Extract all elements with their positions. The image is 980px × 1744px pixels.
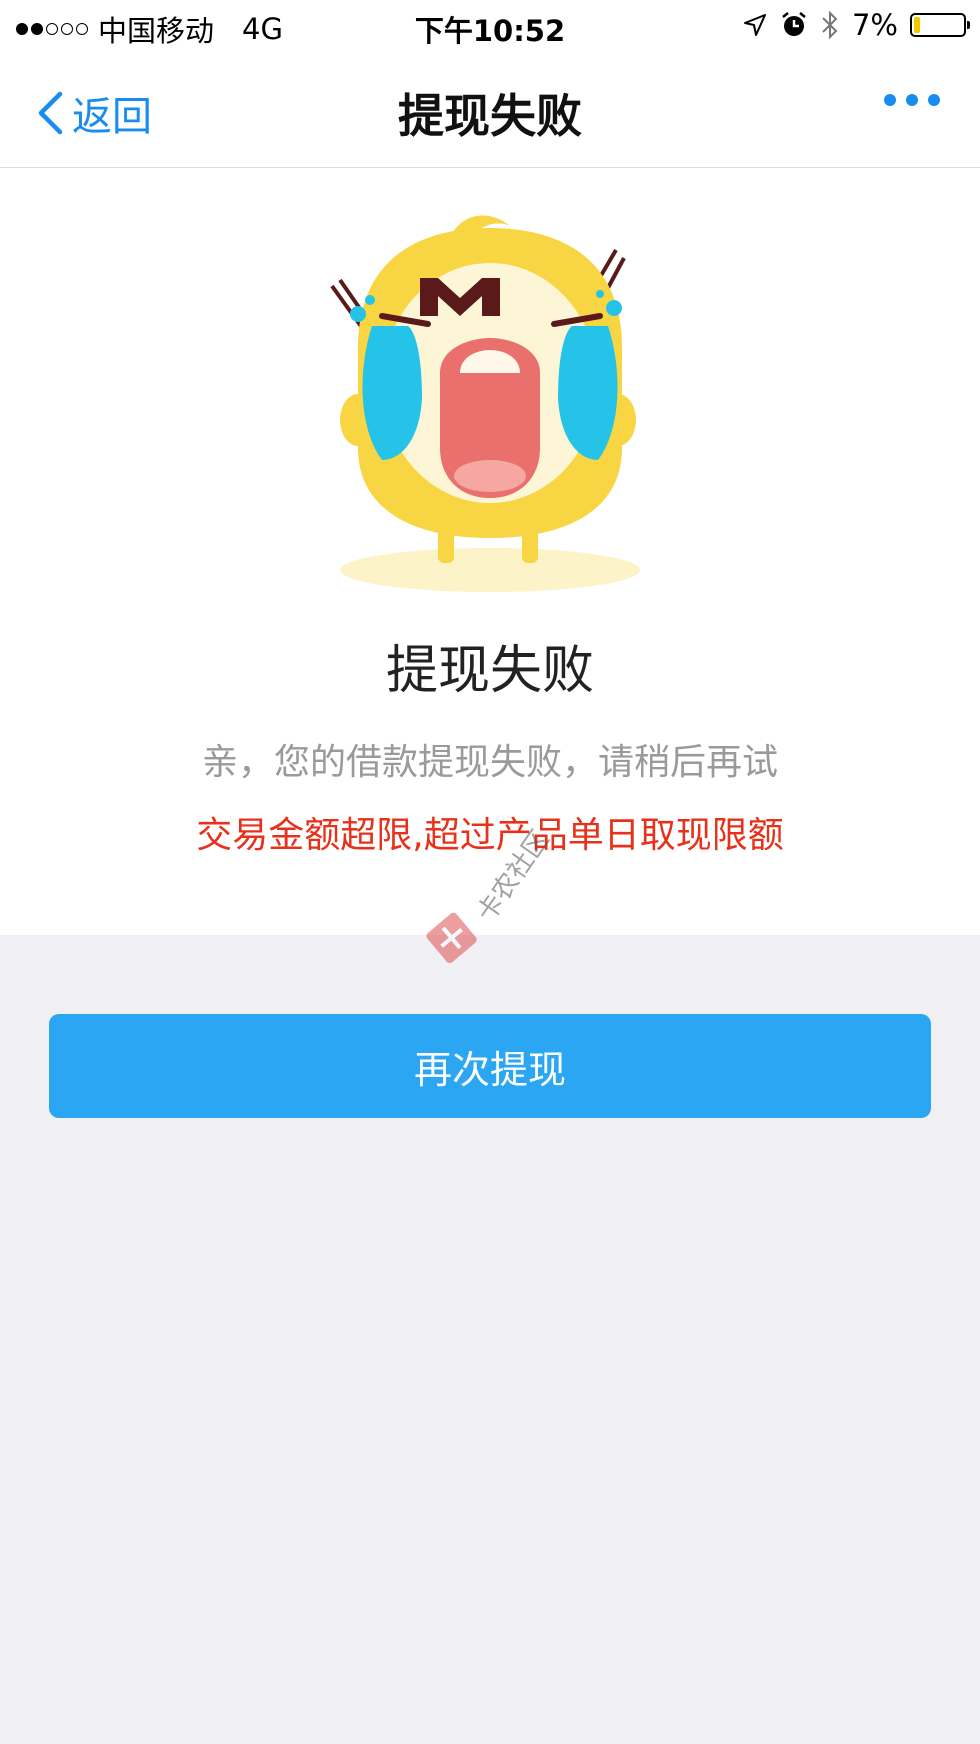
watermark-logo: 卡农社区	[426, 825, 556, 964]
alarm-icon	[782, 12, 806, 36]
status-right: 7%	[742, 8, 970, 42]
battery-percent: 7%	[851, 8, 898, 42]
battery-icon	[910, 13, 970, 37]
battery-level	[914, 17, 920, 33]
retry-withdraw-button[interactable]: 再次提现	[49, 1014, 931, 1118]
retry-withdraw-label: 再次提现	[413, 1047, 566, 1092]
result-subtitle: 亲，您的借款提现失败，请稍后再试	[201, 742, 778, 783]
status-bar: 中国移动 4G 下午10:52 7%	[0, 0, 980, 54]
nav-bar: 返回 提现失败	[0, 54, 980, 168]
more-dots-icon[interactable]	[884, 94, 940, 106]
bluetooth-icon	[822, 10, 838, 40]
crying-mascot-illustration	[330, 215, 640, 592]
result-title: 提现失败	[385, 641, 594, 701]
watermark-text: 卡农社区	[471, 825, 555, 927]
location-icon	[743, 14, 766, 36]
page-title: 提现失败	[398, 89, 582, 143]
